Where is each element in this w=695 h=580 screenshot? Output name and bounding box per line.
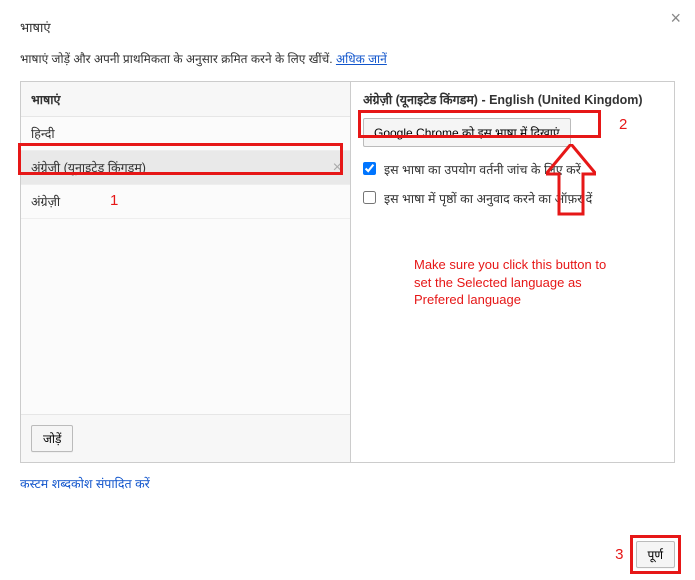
translate-label: इस भाषा में पृष्ठों का अनुवाद करने का ऑफ… [384, 190, 592, 207]
language-item-english-uk[interactable]: अंग्रेज़ी (यूनाइटेड किंगडम) × [21, 151, 350, 185]
language-item-english[interactable]: अंग्रेज़ी [21, 185, 350, 219]
close-icon[interactable]: × [670, 8, 681, 29]
remove-language-icon[interactable]: × [333, 159, 342, 177]
language-list: हिन्दी अंग्रेज़ी (यूनाइटेड किंगडम) × अंग… [21, 117, 350, 414]
translate-checkbox[interactable] [363, 191, 376, 204]
display-chrome-in-language-button[interactable]: Google Chrome को इस भाषा में दिखाएं [363, 118, 571, 147]
learn-more-link[interactable]: अधिक जानें [336, 52, 387, 66]
translate-row: इस भाषा में पृष्ठों का अनुवाद करने का ऑफ… [363, 190, 662, 207]
language-item-label: अंग्रेज़ी (यूनाइटेड किंगडम) [31, 161, 146, 175]
spellcheck-label: इस भाषा का उपयोग वर्तनी जांच के लिए करें [384, 161, 581, 178]
custom-dictionary-row: कस्टम शब्दकोश संपादित करें [20, 475, 675, 492]
language-detail-panel: अंग्रेज़ी (यूनाइटेड किंगडम) - English (U… [351, 82, 674, 462]
custom-dictionary-link[interactable]: कस्टम शब्दकोश संपादित करें [20, 477, 150, 491]
language-panels: भाषाएं हिन्दी अंग्रेज़ी (यूनाइटेड किंगडम… [20, 81, 675, 463]
annotation-number-3: 3 [615, 546, 623, 563]
dialog-subtitle: भाषाएं जोड़ें और अपनी प्राथमिकता के अनुस… [20, 50, 675, 67]
language-list-panel: भाषाएं हिन्दी अंग्रेज़ी (यूनाइटेड किंगडम… [21, 82, 351, 462]
selected-language-title: अंग्रेज़ी (यूनाइटेड किंगडम) - English (U… [363, 91, 662, 108]
language-item-label: हिन्दी [31, 127, 55, 141]
done-button[interactable]: पूर्ण [636, 541, 676, 568]
language-list-footer: जोड़ें [21, 414, 350, 462]
subtitle-text: भाषाएं जोड़ें और अपनी प्राथमिकता के अनुस… [20, 52, 336, 66]
language-item-hindi[interactable]: हिन्दी [21, 117, 350, 151]
add-language-button[interactable]: जोड़ें [31, 425, 73, 452]
language-list-header: भाषाएं [21, 82, 350, 117]
spellcheck-checkbox[interactable] [363, 162, 376, 175]
dialog-title: भाषाएं [20, 18, 675, 36]
spellcheck-row: इस भाषा का उपयोग वर्तनी जांच के लिए करें [363, 161, 662, 178]
language-item-label: अंग्रेज़ी [31, 195, 60, 209]
